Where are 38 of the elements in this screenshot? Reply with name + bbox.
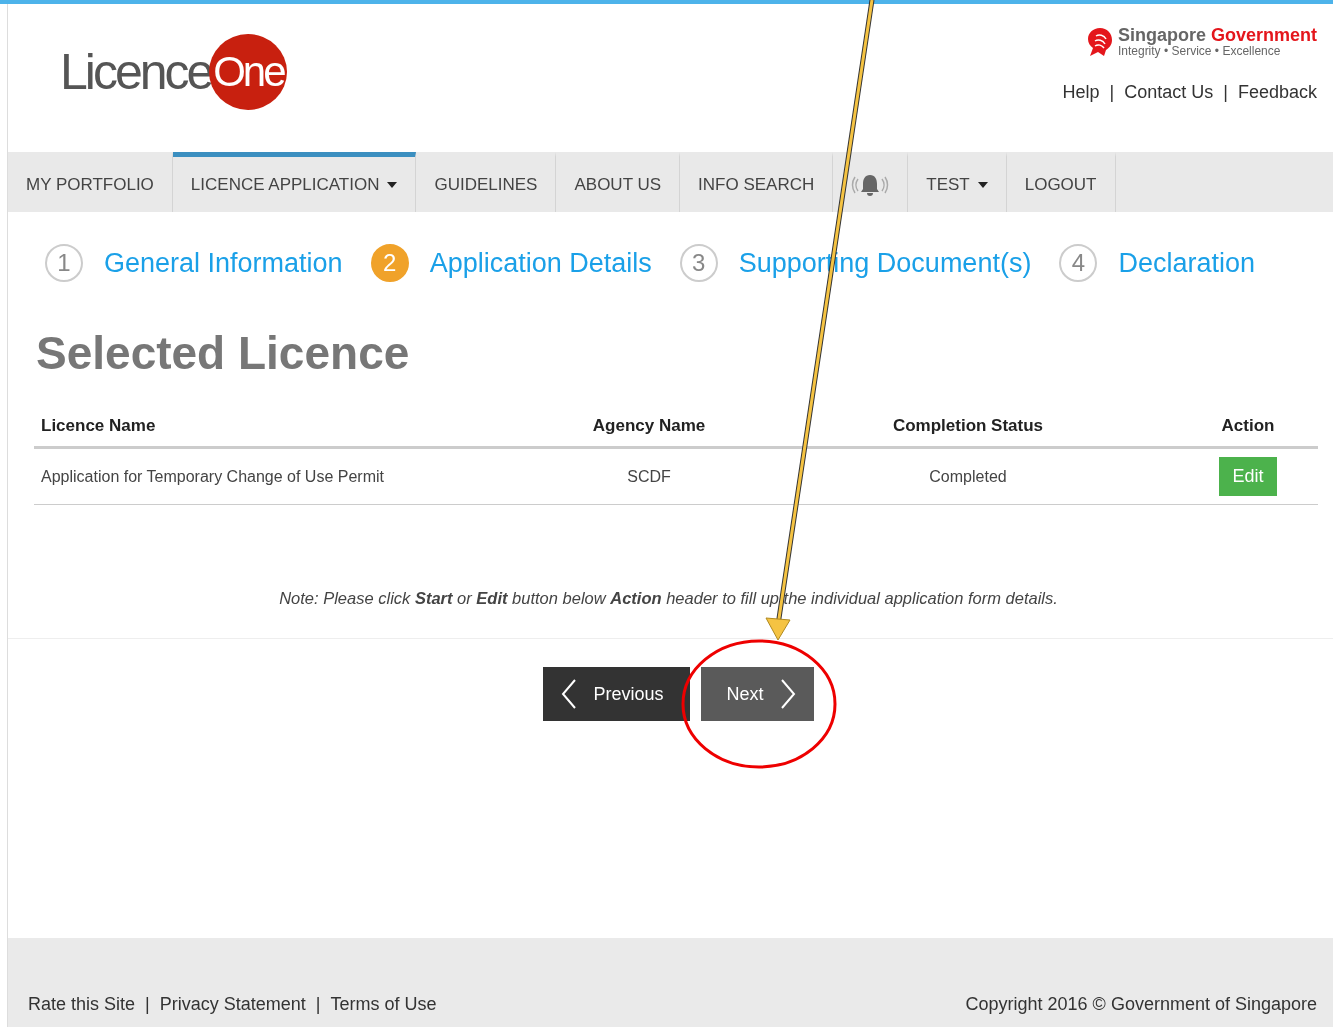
copyright-text: Copyright 2016 © Government of Singapore	[965, 994, 1317, 1015]
link-separator: |	[1223, 82, 1228, 103]
bell-icon	[851, 172, 890, 197]
step-number: 1	[45, 244, 83, 282]
column-header: Agency Name	[540, 410, 758, 448]
licenceone-logo[interactable]: LicenceOne	[60, 34, 288, 110]
brand-tagline: Integrity • Service • Excellence	[1117, 44, 1282, 58]
table-cell: Application for Temporary Change of Use Permit	[34, 447, 540, 505]
next-button[interactable]: Next	[700, 667, 814, 721]
header-link[interactable]: Help	[1062, 82, 1100, 103]
chevron-left-icon	[561, 679, 578, 709]
page-heading: Selected Licence	[36, 326, 411, 380]
column-header: Completion Status	[758, 410, 1178, 448]
link-separator: |	[1109, 82, 1115, 103]
column-header: Action	[1178, 410, 1318, 448]
footer-link[interactable]: Terms of Use	[330, 994, 437, 1015]
nav-tab[interactable]: TEST	[908, 152, 1007, 212]
nav-tab[interactable]: LICENCE APPLICATION	[172, 152, 417, 212]
nav-tab[interactable]: LOGOUT	[1006, 152, 1116, 212]
step-number: 2	[370, 244, 409, 282]
link-separator: |	[315, 994, 321, 1015]
column-header: Licence Name	[34, 410, 540, 448]
nav-tab[interactable]: INFO SEARCH	[680, 152, 834, 212]
nav-tab[interactable]: MY PORTFOLIO	[8, 152, 173, 212]
chevron-right-icon	[779, 679, 796, 709]
footer-link[interactable]: Rate this Site	[28, 994, 136, 1015]
link-separator: |	[145, 994, 150, 1015]
previous-button[interactable]: Previous	[543, 667, 690, 721]
header-link[interactable]: Feedback	[1237, 82, 1317, 103]
nav-tab[interactable]: GUIDELINES	[416, 152, 557, 212]
table-cell: Completed	[758, 447, 1178, 505]
header-link[interactable]: Contact Us	[1124, 82, 1214, 103]
brand-name: Singapore Government	[1117, 26, 1317, 44]
step-number: 4	[1059, 244, 1098, 282]
footer-link[interactable]: Privacy Statement	[159, 994, 306, 1015]
table-cell: SCDF	[540, 447, 758, 505]
nav-tab[interactable]: ABOUT US	[556, 152, 681, 212]
step-number: 3	[679, 244, 718, 282]
